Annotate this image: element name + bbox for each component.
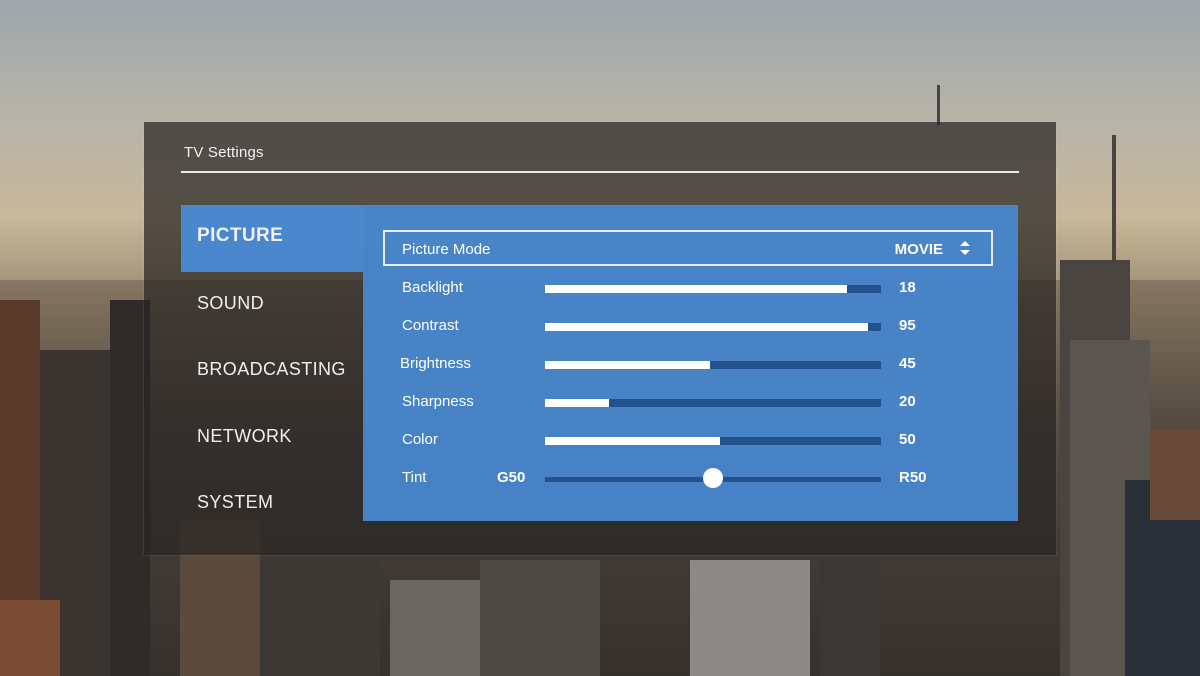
picture-mode-label: Picture Mode [402, 241, 491, 258]
color-value: 50 [899, 431, 916, 448]
picture-mode-selector[interactable]: Picture Mode MOVIE [383, 230, 993, 266]
color-fill [545, 437, 720, 445]
sharpness-label: Sharpness [402, 393, 474, 410]
sharpness-slider[interactable] [545, 399, 881, 407]
backlight-slider[interactable] [545, 285, 881, 293]
sharpness-row: Sharpness 20 [363, 383, 1018, 421]
contrast-fill [545, 323, 868, 331]
tv-settings-panel: TV Settings PICTURE SOUND BROADCASTING N… [144, 122, 1056, 555]
nav-item-sound[interactable]: SOUND [181, 272, 363, 339]
sharpness-fill [545, 399, 609, 407]
backlight-value: 18 [899, 279, 916, 296]
contrast-label: Contrast [402, 317, 459, 334]
nav-item-broadcasting[interactable]: BROADCASTING [181, 338, 363, 405]
sharpness-value: 20 [899, 393, 916, 410]
picture-mode-value: MOVIE [894, 241, 943, 258]
title-divider [181, 171, 1019, 173]
contrast-row: Contrast 95 [363, 307, 1018, 345]
up-down-arrows-icon[interactable] [959, 240, 971, 256]
tint-row: Tint G50 R50 [363, 459, 1018, 497]
nav-item-network[interactable]: NETWORK [181, 405, 363, 472]
color-slider[interactable] [545, 437, 881, 445]
tint-right-label: R50 [899, 469, 927, 486]
brightness-fill [545, 361, 710, 369]
panel-title: TV Settings [184, 144, 264, 161]
brightness-row: Brightness 45 [363, 345, 1018, 383]
brightness-value: 45 [899, 355, 916, 372]
contrast-slider[interactable] [545, 323, 881, 331]
brightness-label: Brightness [400, 355, 471, 372]
backlight-fill [545, 285, 848, 293]
tint-slider-knob[interactable] [703, 468, 723, 488]
backlight-row: Backlight 18 [363, 269, 1018, 307]
contrast-value: 95 [899, 317, 916, 334]
tint-left-label: G50 [497, 469, 526, 486]
backlight-label: Backlight [402, 279, 463, 296]
nav-item-picture[interactable]: PICTURE [181, 205, 363, 272]
nav-item-system[interactable]: SYSTEM [181, 471, 363, 538]
color-label: Color [402, 431, 438, 448]
settings-nav: PICTURE SOUND BROADCASTING NETWORK SYSTE… [181, 205, 363, 538]
picture-settings-content: Picture Mode MOVIE Backlight 18 Contrast… [363, 205, 1018, 521]
color-row: Color 50 [363, 421, 1018, 459]
tint-label: Tint [402, 469, 427, 486]
brightness-slider[interactable] [545, 361, 881, 369]
